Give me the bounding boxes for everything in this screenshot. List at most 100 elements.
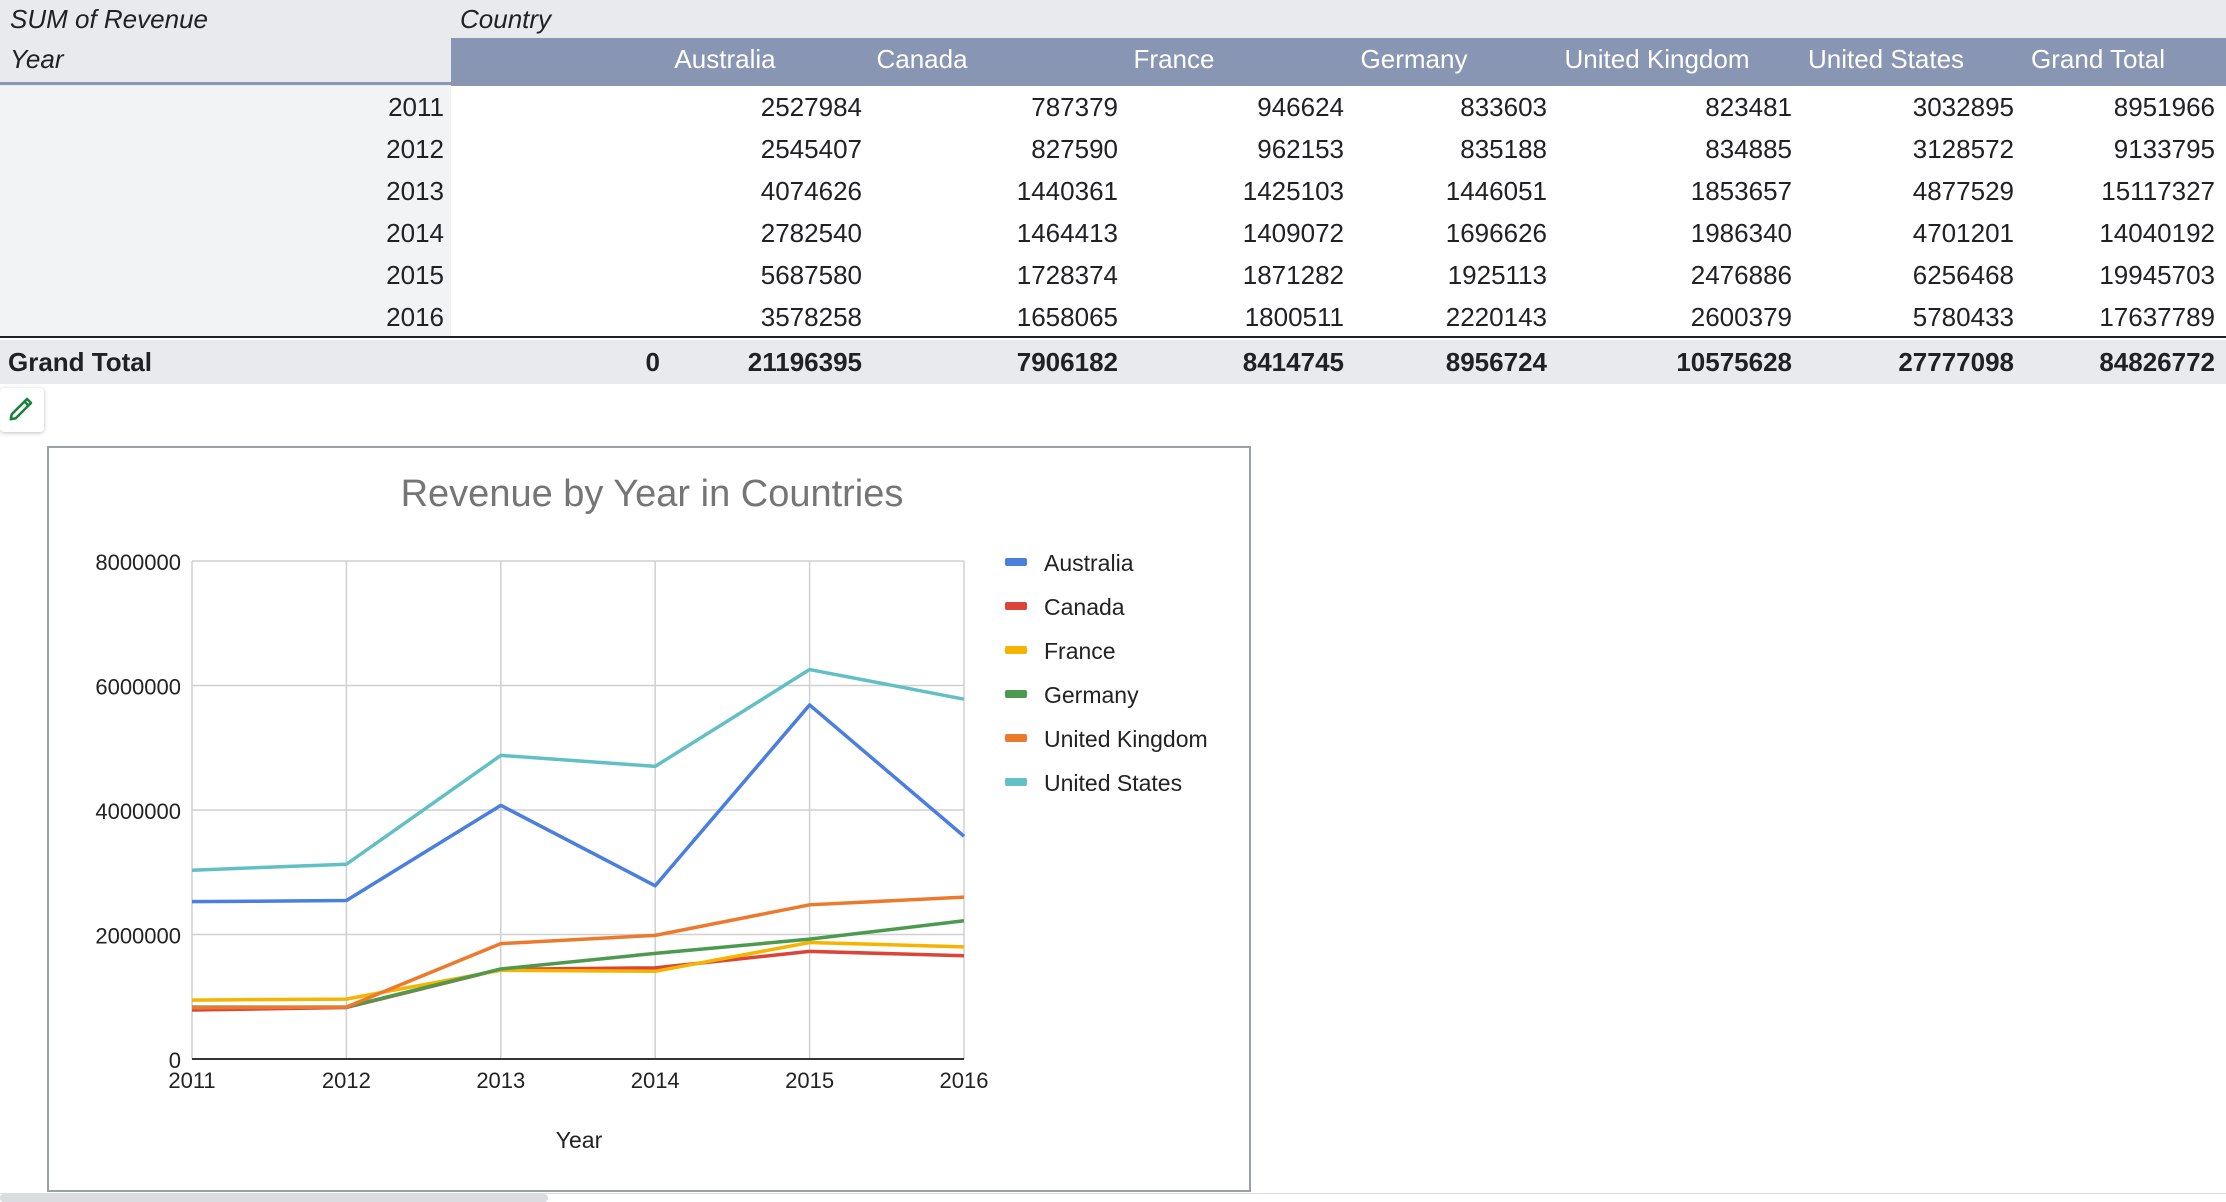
table-cell[interactable]: 2782540 [662, 218, 862, 248]
grand-total-cell[interactable]: 10575628 [1592, 347, 1792, 377]
table-cell[interactable]: 3032895 [1814, 92, 2014, 122]
column-header-canada[interactable]: Canada [802, 44, 1042, 74]
legend-label: United States [1044, 770, 1182, 796]
grand-total-cell[interactable]: 8414745 [1144, 347, 1344, 377]
x-tick-label: 2013 [476, 1068, 525, 1093]
legend-label: Canada [1044, 594, 1125, 620]
grand-total-cell[interactable]: 84826772 [2015, 347, 2215, 377]
row-header-year[interactable]: 2016 [324, 302, 444, 332]
pivot-row-labels-column [0, 86, 451, 336]
table-cell[interactable]: 1800511 [1144, 302, 1344, 332]
grand-total-cell[interactable]: 27777098 [1814, 347, 2014, 377]
table-cell[interactable]: 4877529 [1814, 176, 2014, 206]
table-cell[interactable]: 19945703 [2015, 260, 2215, 290]
columns-field-label[interactable]: Country [460, 4, 551, 34]
table-cell[interactable]: 962153 [1144, 134, 1344, 164]
table-cell[interactable]: 1925113 [1347, 260, 1547, 290]
row-header-year[interactable]: 2014 [324, 218, 444, 248]
column-header-united-states[interactable]: United States [1766, 44, 2006, 74]
table-cell[interactable]: 2476886 [1592, 260, 1792, 290]
edit-pivot-button[interactable] [0, 388, 44, 432]
chart-title: Revenue by Year in Countries [401, 473, 904, 515]
table-cell[interactable]: 1446051 [1347, 176, 1547, 206]
column-header-germany[interactable]: Germany [1294, 44, 1534, 74]
x-axis-label: Year [556, 1127, 603, 1153]
table-cell[interactable]: 2600379 [1592, 302, 1792, 332]
table-cell[interactable]: 827590 [918, 134, 1118, 164]
table-cell[interactable]: 1464413 [918, 218, 1118, 248]
row-header-year[interactable]: 2013 [324, 176, 444, 206]
table-cell[interactable]: 1853657 [1592, 176, 1792, 206]
table-cell[interactable]: 1728374 [918, 260, 1118, 290]
column-header-grand-total[interactable]: Grand Total [1978, 44, 2218, 74]
column-header-france[interactable]: France [1054, 44, 1294, 74]
pivot-table: SUM of Revenue Country Year Australia Can… [0, 0, 2226, 386]
legend-swatch [1005, 602, 1027, 610]
table-cell[interactable]: 1425103 [1144, 176, 1344, 206]
table-cell[interactable]: 3128572 [1814, 134, 2014, 164]
row-header-year[interactable]: 2011 [324, 92, 444, 122]
y-tick-label: 2000000 [95, 924, 181, 949]
pivot-header-band [0, 0, 2226, 38]
table-cell[interactable]: 1409072 [1144, 218, 1344, 248]
grand-total-blank-value[interactable]: 0 [560, 347, 660, 377]
legend-swatch [1005, 778, 1027, 786]
table-cell[interactable]: 15117327 [2015, 176, 2215, 206]
series-line-australia [191, 703, 966, 904]
table-cell[interactable]: 5780433 [1814, 302, 2014, 332]
legend-swatch [1005, 690, 1027, 698]
pencil-icon [7, 393, 37, 428]
line-chart[interactable]: Revenue by Year in Countries 0 2000000 4000… [47, 446, 1251, 1192]
table-cell[interactable]: 1440361 [918, 176, 1118, 206]
table-cell[interactable]: 787379 [918, 92, 1118, 122]
pivot-row-header-cell [0, 38, 451, 86]
row-header-year[interactable]: 2015 [324, 260, 444, 290]
legend-swatch [1005, 646, 1027, 654]
series-line-united-states [191, 667, 965, 872]
x-tick-label: 2016 [940, 1068, 989, 1093]
grand-total-cell[interactable]: 21196395 [662, 347, 862, 377]
table-cell[interactable]: 17637789 [2015, 302, 2215, 332]
legend-swatch [1005, 734, 1027, 742]
table-cell[interactable]: 4701201 [1814, 218, 2014, 248]
table-cell[interactable]: 823481 [1592, 92, 1792, 122]
legend-swatch [1005, 558, 1027, 566]
table-cell[interactable]: 6256468 [1814, 260, 2014, 290]
table-cell[interactable]: 14040192 [2015, 218, 2215, 248]
table-cell[interactable]: 8951966 [2015, 92, 2215, 122]
grand-total-cell[interactable]: 7906182 [918, 347, 1118, 377]
y-tick-label: 4000000 [95, 799, 181, 824]
table-cell[interactable]: 9133795 [2015, 134, 2215, 164]
legend-label: Australia [1044, 550, 1134, 576]
table-cell[interactable]: 4074626 [662, 176, 862, 206]
row-header-year[interactable]: 2012 [324, 134, 444, 164]
table-cell[interactable]: 1871282 [1144, 260, 1344, 290]
table-cell[interactable]: 834885 [1592, 134, 1792, 164]
x-tick-label: 2012 [322, 1068, 371, 1093]
table-cell[interactable]: 1658065 [918, 302, 1118, 332]
table-cell[interactable]: 2527984 [662, 92, 862, 122]
legend-label: Germany [1044, 682, 1139, 708]
grand-total-label[interactable]: Grand Total [8, 347, 152, 377]
pivot-header-divider [0, 82, 451, 85]
values-field-label[interactable]: SUM of Revenue [10, 4, 208, 34]
table-cell[interactable]: 2545407 [662, 134, 862, 164]
table-cell[interactable]: 833603 [1347, 92, 1547, 122]
legend-label: United Kingdom [1044, 726, 1208, 752]
chart-canvas: Revenue by Year in Countries020000004000… [95, 473, 1208, 1153]
table-cell[interactable]: 1696626 [1347, 218, 1547, 248]
table-cell[interactable]: 835188 [1347, 134, 1547, 164]
legend-label: France [1044, 638, 1116, 664]
table-cell[interactable]: 946624 [1144, 92, 1344, 122]
table-cell[interactable]: 3578258 [662, 302, 862, 332]
table-cell[interactable]: 5687580 [662, 260, 862, 290]
x-tick-label: 2015 [785, 1068, 834, 1093]
table-cell[interactable]: 1986340 [1592, 218, 1792, 248]
x-tick-label: 2014 [631, 1068, 680, 1093]
horizontal-scrollbar[interactable] [0, 1194, 548, 1202]
column-header-united-kingdom[interactable]: United Kingdom [1537, 44, 1777, 74]
table-cell[interactable]: 2220143 [1347, 302, 1547, 332]
rows-field-label[interactable]: Year [10, 44, 64, 74]
x-tick-label: 2011 [168, 1068, 215, 1093]
grand-total-cell[interactable]: 8956724 [1347, 347, 1547, 377]
